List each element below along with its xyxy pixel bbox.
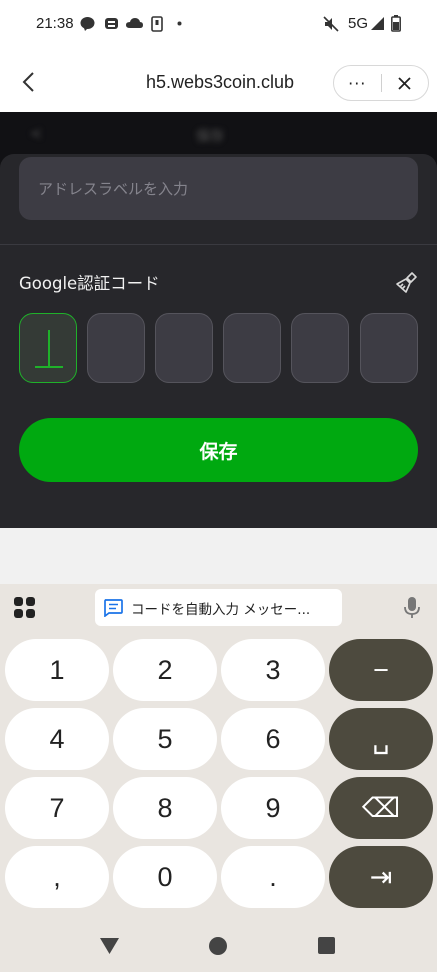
key-9[interactable]: 9 (221, 777, 325, 839)
code-digit-box-2[interactable] (87, 313, 145, 383)
recents-square-icon[interactable] (318, 937, 335, 954)
page-gap (0, 528, 437, 584)
key-period[interactable]: . (221, 846, 325, 908)
autofill-code-suggestion[interactable]: コードを自動入力 メッセー... (95, 589, 342, 626)
key-8[interactable]: 8 (113, 777, 217, 839)
text-cursor-base (35, 366, 63, 368)
dot-icon (177, 21, 182, 26)
back-triangle-icon[interactable] (100, 938, 119, 954)
system-nav-bar (0, 920, 437, 972)
key-4[interactable]: 4 (5, 708, 109, 770)
status-time: 21:38 (36, 15, 74, 32)
network-type: 5G (348, 15, 369, 32)
keyboard-apps-icon[interactable] (14, 597, 36, 619)
status-bar: 21:38 5G (0, 0, 437, 50)
address-sheet: Google認証コード 保存 (0, 154, 437, 528)
text-cursor (48, 330, 50, 366)
key-minus[interactable]: − (329, 639, 433, 701)
numeric-keyboard: コードを自動入力 メッセー... 1 2 3 − 4 5 6 ␣ 7 8 9 ⌫… (0, 584, 437, 920)
chevron-left-icon (22, 72, 34, 92)
google-auth-code-row (19, 313, 419, 383)
close-icon (398, 76, 411, 90)
broom-icon (396, 272, 417, 293)
code-digit-box-5[interactable] (291, 313, 349, 383)
key-comma[interactable]: , (5, 846, 109, 908)
section-divider (0, 244, 437, 245)
microphone-icon[interactable] (402, 596, 422, 620)
message-icon (104, 598, 123, 617)
page-url: h5.webs3coin.club (145, 72, 295, 92)
key-7[interactable]: 7 (5, 777, 109, 839)
key-next-field[interactable]: ⇥ (329, 846, 433, 908)
key-3[interactable]: 3 (221, 639, 325, 701)
sim-card-icon (151, 16, 163, 32)
code-digit-box-6[interactable] (360, 313, 418, 383)
mute-icon (323, 16, 339, 32)
code-digit-box-4[interactable] (223, 313, 281, 383)
browser-header: h5.webs3coin.club ··· (0, 50, 437, 112)
code-digit-box-3[interactable] (155, 313, 213, 383)
back-button[interactable] (14, 68, 42, 96)
google-auth-label: Google認証コード (19, 274, 160, 293)
blurred-back-glyph: ≺ (30, 126, 42, 142)
key-2[interactable]: 2 (113, 639, 217, 701)
line-app-icon (80, 17, 95, 31)
suggestion-label: コードを自動入力 メッセー... (131, 601, 311, 618)
address-label-input[interactable] (19, 157, 418, 220)
browser-menu-pill: ··· (333, 65, 429, 101)
close-button[interactable] (381, 66, 428, 100)
more-options-button[interactable]: ··· (334, 66, 381, 100)
cloud-icon (126, 18, 143, 28)
keyboard-toolbar: コードを自動入力 メッセー... (0, 584, 437, 632)
paste-clear-button[interactable] (394, 270, 420, 296)
key-5[interactable]: 5 (113, 708, 217, 770)
key-6[interactable]: 6 (221, 708, 325, 770)
key-1[interactable]: 1 (5, 639, 109, 701)
code-digit-box-1[interactable] (19, 313, 77, 383)
signal-icon (371, 17, 384, 30)
save-button[interactable]: 保存 (19, 418, 418, 482)
notification-app-icon (105, 18, 118, 29)
battery-icon (391, 15, 401, 32)
key-0[interactable]: 0 (113, 846, 217, 908)
blurred-title: 保存 (196, 129, 224, 145)
key-space[interactable]: ␣ (329, 708, 433, 770)
home-circle-icon[interactable] (208, 936, 228, 956)
key-backspace[interactable]: ⌫ (329, 777, 433, 839)
